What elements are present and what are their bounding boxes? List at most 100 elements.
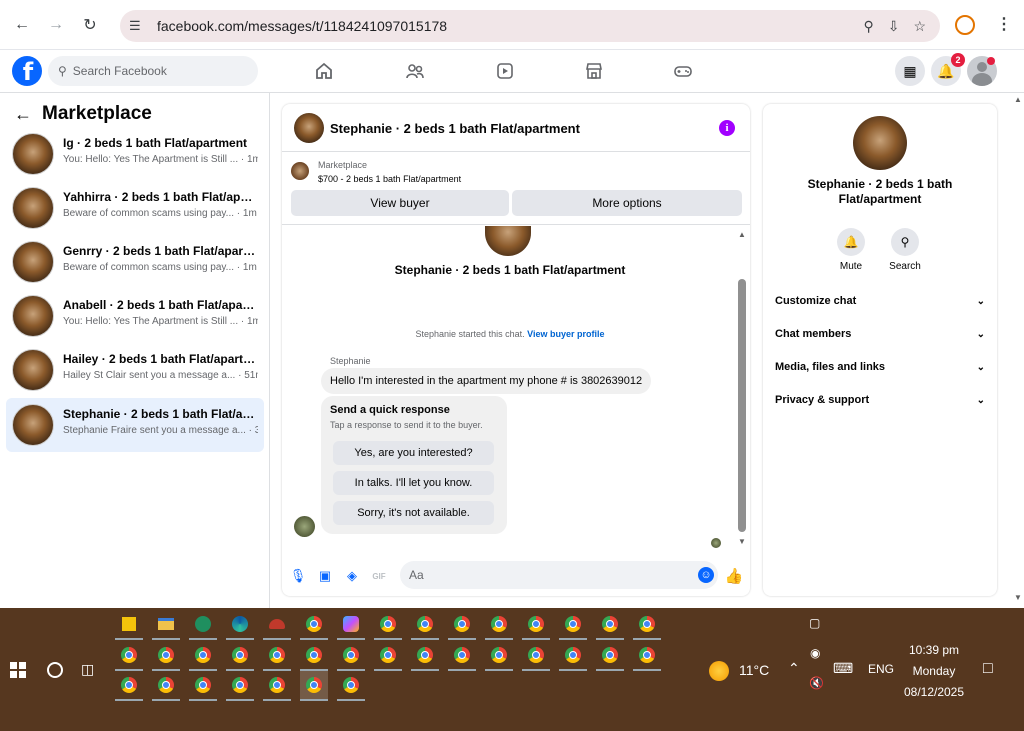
gif-icon[interactable]: GIF xyxy=(371,568,387,584)
listing-price[interactable]: $700 - 2 beds 1 bath Flat/apartment xyxy=(318,174,461,184)
chrome-icon[interactable] xyxy=(115,641,143,671)
chat-members-row[interactable]: Chat members ⌄ xyxy=(775,324,985,344)
marketplace-icon[interactable] xyxy=(584,61,606,81)
conversation-item[interactable]: Genrry · 2 beds 1 bath Flat/apartm... Be… xyxy=(6,235,264,289)
chrome-icon[interactable] xyxy=(226,641,254,671)
tray-chevron-up-icon[interactable]: ⌃ xyxy=(788,660,800,677)
install-app-icon[interactable]: ⇩ xyxy=(888,18,900,35)
scroll-thumb[interactable] xyxy=(738,279,746,532)
input-language[interactable]: ENG xyxy=(868,662,894,676)
chrome-icon[interactable] xyxy=(522,610,550,640)
weather-sun-icon[interactable] xyxy=(709,661,729,681)
chrome-icon[interactable] xyxy=(337,641,365,671)
chrome-icon[interactable] xyxy=(411,641,439,671)
chrome-icon[interactable] xyxy=(263,641,291,671)
taskbar-search-icon[interactable] xyxy=(47,662,63,678)
chrome-icon[interactable] xyxy=(559,641,587,671)
chrome-icon[interactable] xyxy=(633,641,661,671)
browser-menu-icon[interactable]: ⋮ xyxy=(996,14,1012,34)
view-buyer-button[interactable]: View buyer xyxy=(291,190,509,216)
network-icon[interactable]: ▢ xyxy=(809,616,820,630)
view-buyer-profile-link[interactable]: View buyer profile xyxy=(527,329,604,339)
chrome-icon[interactable] xyxy=(596,641,624,671)
site-settings-icon[interactable]: ☰ xyxy=(129,18,147,34)
system-clock[interactable]: 10:39 pm Monday 08/12/2025 xyxy=(892,640,976,703)
back-arrow-icon[interactable]: ← xyxy=(14,104,32,125)
chrome-icon[interactable] xyxy=(448,610,476,640)
page-scroll-up-icon[interactable]: ▲ xyxy=(1014,95,1022,104)
search-facebook-input[interactable]: ⚲ Search Facebook xyxy=(48,56,258,86)
chrome-icon[interactable] xyxy=(300,610,328,640)
reload-icon[interactable]: ↻ xyxy=(78,13,102,37)
windows-start-icon[interactable] xyxy=(10,662,26,678)
conversation-item[interactable]: Hailey · 2 beds 1 bath Flat/apartm... Ha… xyxy=(6,343,264,397)
weather-temperature[interactable]: 11°C xyxy=(739,662,769,678)
back-icon[interactable]: ← xyxy=(10,13,34,37)
search-chat-button[interactable]: ⚲ Search xyxy=(880,228,930,272)
bookmark-star-icon[interactable]: ☆ xyxy=(913,18,926,35)
chrome-icon[interactable] xyxy=(152,671,180,701)
chrome-icon-active[interactable] xyxy=(300,671,328,701)
conversation-item[interactable]: Ig · 2 beds 1 bath Flat/apartment You: H… xyxy=(6,127,264,181)
task-view-icon[interactable]: ◫ xyxy=(81,661,94,678)
app-red-icon[interactable] xyxy=(263,610,291,640)
privacy-support-row[interactable]: Privacy & support ⌄ xyxy=(775,390,985,410)
conversation-item[interactable]: Anabell · 2 beds 1 bath Flat/apart... Yo… xyxy=(6,289,264,343)
forward-icon[interactable]: → xyxy=(44,13,68,37)
friends-icon[interactable] xyxy=(405,61,427,81)
chrome-icon[interactable] xyxy=(522,641,550,671)
conversation-item[interactable]: Yahhirra · 2 beds 1 bath Flat/apart... B… xyxy=(6,181,264,235)
gaming-icon[interactable] xyxy=(673,61,695,81)
chrome-icon[interactable] xyxy=(448,641,476,671)
chrome-icon[interactable] xyxy=(189,641,217,671)
page-scrollbar[interactable]: ▲ ▼ xyxy=(1012,93,1024,608)
address-bar[interactable]: ☰ facebook.com/messages/t/11842410970151… xyxy=(120,10,940,42)
chrome-icon[interactable] xyxy=(374,641,402,671)
chrome-icon[interactable] xyxy=(485,610,513,640)
chrome-icon[interactable] xyxy=(300,641,328,671)
meet-now-icon[interactable]: ◉ xyxy=(810,646,820,660)
chrome-icon[interactable] xyxy=(189,671,217,701)
chrome-icon[interactable] xyxy=(411,610,439,640)
edge-icon[interactable] xyxy=(226,610,254,640)
chrome-icon[interactable] xyxy=(596,610,624,640)
video-icon[interactable] xyxy=(495,61,517,81)
info-icon[interactable]: i xyxy=(719,120,735,136)
chat-header-name[interactable]: Stephanie · 2 beds 1 bath Flat/apartment xyxy=(330,121,580,136)
file-explorer-icon[interactable] xyxy=(152,610,180,640)
message-input[interactable]: Aa ☺ xyxy=(400,561,718,589)
menu-grid-icon[interactable]: ▦ xyxy=(895,56,925,86)
chrome-icon[interactable] xyxy=(485,641,513,671)
chrome-icon[interactable] xyxy=(152,641,180,671)
app-green-icon[interactable] xyxy=(189,610,217,640)
quick-response-button[interactable]: Sorry, it's not available. xyxy=(333,501,494,525)
thread-scrollbar[interactable]: ▲ ▼ xyxy=(736,230,748,554)
more-options-button[interactable]: More options xyxy=(512,190,742,216)
chrome-icon[interactable] xyxy=(559,610,587,640)
message-bubble[interactable]: Hello I'm interested in the apartment my… xyxy=(321,368,652,394)
sticky-notes-icon[interactable] xyxy=(115,610,143,640)
emoji-icon[interactable]: ☺ xyxy=(698,567,714,583)
chrome-icon[interactable] xyxy=(374,610,402,640)
chat-header-avatar[interactable] xyxy=(294,113,324,143)
photo-icon[interactable]: ▣ xyxy=(317,568,333,584)
mute-button[interactable]: 🔔 Mute xyxy=(826,228,876,272)
copilot-icon[interactable] xyxy=(337,610,365,640)
browser-profile-icon[interactable] xyxy=(955,15,975,35)
chrome-icon[interactable] xyxy=(226,671,254,701)
url-text[interactable]: facebook.com/messages/t/1184241097015178 xyxy=(157,18,447,34)
volume-muted-icon[interactable]: 🔇 xyxy=(809,676,824,690)
chrome-icon[interactable] xyxy=(115,671,143,701)
facebook-logo-icon[interactable]: f xyxy=(12,56,42,86)
media-files-links-row[interactable]: Media, files and links ⌄ xyxy=(775,357,985,377)
customize-chat-row[interactable]: Customize chat ⌄ xyxy=(775,291,985,311)
chrome-icon[interactable] xyxy=(633,610,661,640)
zoom-icon[interactable]: ⚲ xyxy=(863,18,873,35)
chrome-icon[interactable] xyxy=(337,671,365,701)
home-icon[interactable] xyxy=(314,61,336,81)
page-scroll-down-icon[interactable]: ▼ xyxy=(1014,593,1022,602)
chrome-icon[interactable] xyxy=(263,671,291,701)
quick-response-button[interactable]: Yes, are you interested? xyxy=(333,441,494,465)
keyboard-icon[interactable]: ⌨ xyxy=(833,660,853,677)
sticker-icon[interactable]: ◈ xyxy=(344,568,360,584)
